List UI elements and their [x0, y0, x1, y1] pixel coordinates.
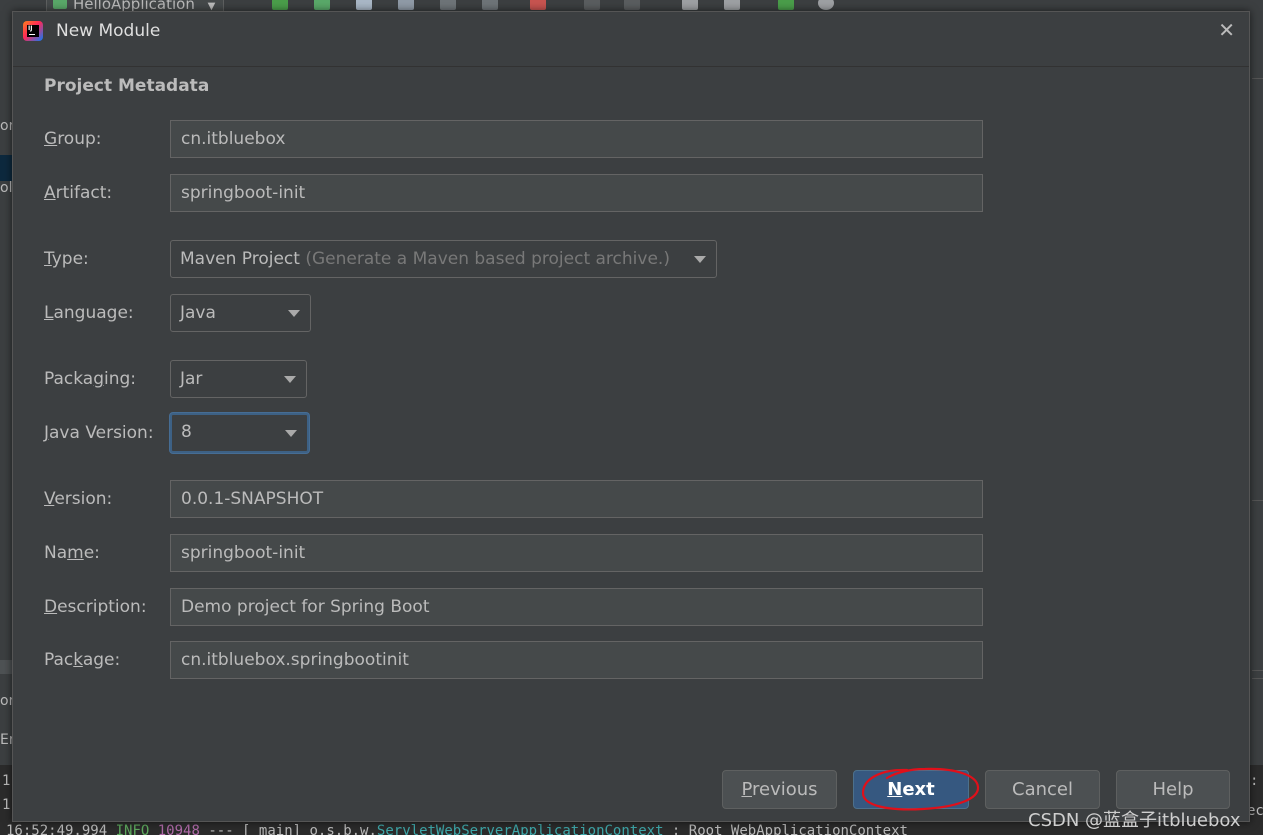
ide-left-tool-strip: or ol or Er — [0, 12, 15, 822]
console-fragment: : — [1250, 773, 1259, 789]
packaging-selected-value: Jar — [180, 369, 203, 389]
dialog-titlebar: IJ New Module ✕ — [13, 12, 1249, 52]
selected-tool-tab — [0, 155, 12, 181]
close-icon[interactable]: ✕ — [1218, 20, 1235, 40]
console-line-number: 1 — [2, 773, 11, 789]
console-line-number: 1 — [2, 797, 11, 813]
type-hint: (Generate a Maven based project archive.… — [299, 249, 670, 269]
tool-strip-highlight — [0, 660, 12, 674]
project-structure-icon[interactable] — [724, 0, 740, 10]
dialog-title: New Module — [56, 21, 161, 41]
package-label: Package: — [44, 650, 121, 670]
build-icon[interactable] — [482, 0, 498, 10]
artifact-label: Artifact: — [44, 183, 113, 203]
description-label: Description: — [44, 597, 147, 617]
language-dropdown[interactable]: Java — [170, 294, 311, 332]
chevron-down-icon — [288, 310, 300, 317]
version-label: Version: — [44, 489, 113, 509]
spring-boot-icon — [53, 0, 67, 9]
structure-icon[interactable] — [624, 0, 640, 10]
type-dropdown[interactable]: Maven Project (Generate a Maven based pr… — [170, 240, 717, 278]
help-button[interactable]: Help — [1116, 770, 1230, 809]
artifact-field[interactable]: springboot-init — [170, 174, 983, 212]
coverage-icon[interactable] — [356, 0, 372, 10]
console-log-line: 16:52:49.994 INFO 10948 --- [ main] o.s.… — [6, 823, 908, 835]
intellij-idea-icon: IJ — [23, 21, 43, 41]
chevron-down-icon — [284, 376, 296, 383]
type-selected-value: Maven Project — [180, 249, 300, 269]
name-field[interactable]: springboot-init — [170, 534, 983, 572]
attach-icon[interactable] — [440, 0, 456, 10]
tool-window-fragment: ol — [0, 180, 13, 196]
csdn-watermark: CSDN @蓝盒子itbluebox — [1028, 810, 1241, 831]
java-version-dropdown[interactable]: 8 — [170, 413, 309, 453]
language-selected-value: Java — [180, 303, 216, 323]
group-label: Group: — [44, 129, 102, 149]
title-divider — [13, 66, 1249, 67]
new-module-dialog: IJ New Module ✕ Project Metadata Group: … — [12, 11, 1250, 822]
vcs-icon[interactable] — [584, 0, 600, 10]
packaging-dropdown[interactable]: Jar — [170, 360, 307, 398]
packaging-label: Packaging: — [44, 369, 137, 389]
language-label: Language: — [44, 303, 134, 323]
chevron-down-icon — [285, 430, 297, 437]
settings-wrench-icon[interactable] — [682, 0, 698, 10]
section-title: Project Metadata — [44, 76, 210, 96]
search-icon[interactable] — [818, 0, 834, 10]
package-field[interactable]: cn.itbluebox.springbootinit — [170, 641, 983, 679]
next-button[interactable]: Next — [853, 770, 969, 809]
chevron-down-icon — [694, 256, 706, 263]
group-field[interactable]: cn.itbluebox — [170, 120, 983, 158]
profile-icon[interactable] — [398, 0, 414, 10]
stop-icon[interactable] — [530, 0, 546, 10]
rerun-icon[interactable] — [272, 0, 288, 10]
previous-button[interactable]: Previous — [722, 770, 837, 809]
run-anything-icon[interactable] — [778, 0, 794, 10]
name-label: Name: — [44, 543, 100, 563]
ide-right-tool-strip — [1250, 12, 1263, 822]
description-field[interactable]: Demo project for Spring Boot — [170, 588, 983, 626]
java-version-label: Java Version: — [44, 423, 154, 443]
debug-icon[interactable] — [314, 0, 330, 10]
version-field[interactable]: 0.0.1-SNAPSHOT — [170, 480, 983, 518]
java-version-selected-value: 8 — [181, 422, 192, 442]
cancel-button[interactable]: Cancel — [985, 770, 1100, 809]
type-label: Type: — [44, 249, 89, 269]
